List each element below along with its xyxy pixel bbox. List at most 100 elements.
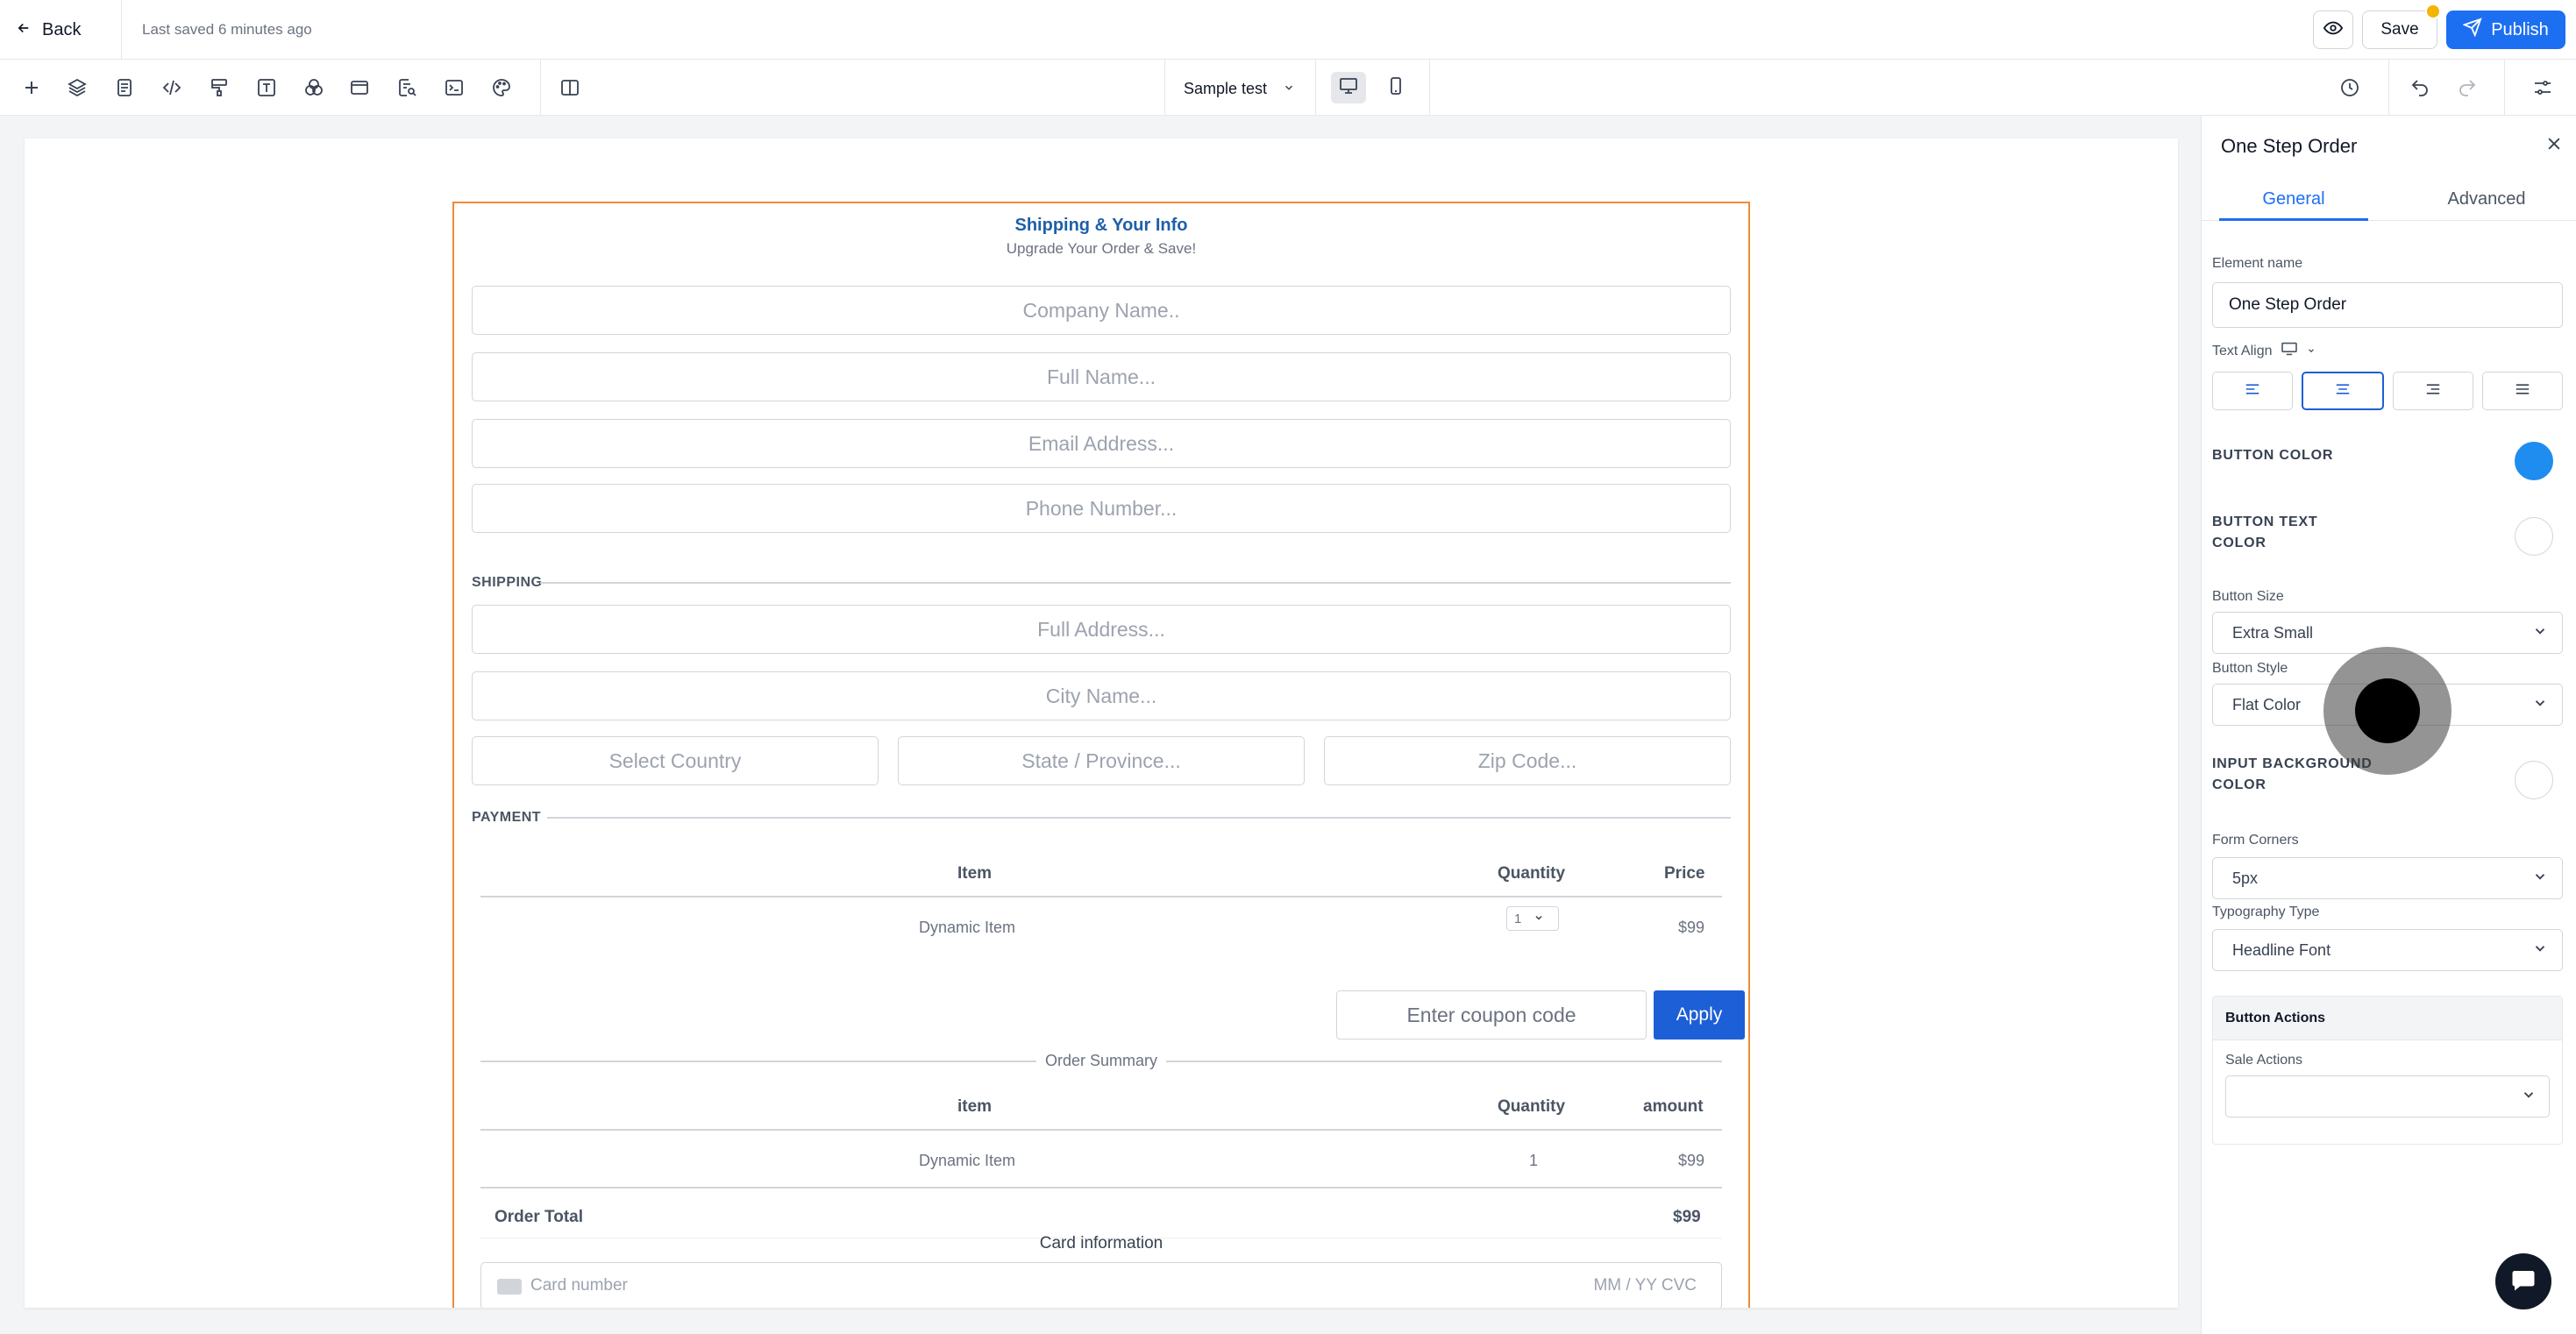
summary-header-amount: amount	[1643, 1097, 1704, 1116]
redo-icon[interactable]	[2451, 72, 2483, 103]
divider	[2504, 60, 2505, 116]
one-step-order-form[interactable]: Shipping & Your Info Upgrade Your Order …	[452, 202, 1750, 1308]
page-select[interactable]: Sample test	[1184, 75, 1295, 102]
back-label: Back	[42, 19, 82, 39]
chat-bubble-icon	[2510, 1267, 2537, 1297]
settings-sliders-icon[interactable]	[2527, 72, 2558, 103]
typography-type-select[interactable]: Headline Font	[2212, 929, 2563, 971]
divider	[1429, 60, 1430, 116]
credit-card-icon	[497, 1279, 522, 1295]
phone-input[interactable]: Phone Number...	[472, 484, 1731, 533]
form-corners-value: 5px	[2232, 869, 2259, 887]
table-header-quantity: Quantity	[1498, 864, 1566, 883]
code-icon[interactable]	[156, 72, 188, 103]
form-title: Shipping & Your Info	[1014, 216, 1188, 235]
email-input[interactable]: Email Address...	[472, 419, 1731, 468]
eye-icon	[2323, 18, 2344, 42]
publish-label: Publish	[2491, 19, 2549, 39]
divider	[547, 817, 1731, 819]
tab-advanced[interactable]: Advanced	[2412, 189, 2561, 209]
terminal-icon[interactable]	[438, 72, 470, 103]
chat-support-button[interactable]	[2495, 1253, 2551, 1309]
divider	[1315, 60, 1316, 116]
split-view-icon[interactable]	[554, 72, 586, 103]
palette-icon[interactable]	[486, 72, 517, 103]
history-icon[interactable]	[2334, 72, 2366, 103]
quantity-select[interactable]: 1	[1506, 906, 1559, 931]
tab-general[interactable]: General	[2219, 189, 2368, 209]
city-input[interactable]: City Name...	[472, 671, 1731, 720]
text-align-label: Text Align	[2212, 343, 2273, 358]
layers-icon[interactable]	[61, 72, 93, 103]
align-left-button[interactable]	[2212, 372, 2293, 410]
country-select[interactable]: Select Country	[472, 736, 879, 785]
desktop-icon[interactable]	[2281, 342, 2298, 360]
form-corners-label: Form Corners	[2212, 833, 2299, 848]
card-number-input[interactable]: Card number MM / YY CVC	[480, 1262, 1722, 1308]
form-corners-select[interactable]: 5px	[2212, 857, 2563, 899]
button-color-swatch[interactable]	[2515, 442, 2553, 480]
top-bar: Back Last saved 6 minutes ago Save Publi…	[0, 0, 2576, 60]
send-icon	[2462, 18, 2482, 42]
button-color-label: BUTTON COLOR	[2212, 448, 2334, 463]
button-text-color-label-line2: COLOR	[2212, 536, 2266, 550]
close-icon[interactable]	[2542, 131, 2566, 156]
element-name-input[interactable]: One Step Order	[2212, 282, 2563, 328]
full-name-input[interactable]: Full Name...	[472, 352, 1731, 401]
card-number-placeholder: Card number	[530, 1276, 628, 1295]
coupon-input[interactable]: Enter coupon code	[1336, 990, 1647, 1040]
align-justify-icon	[2514, 382, 2531, 401]
zip-input[interactable]: Zip Code...	[1324, 736, 1731, 785]
item-name: Dynamic Item	[919, 919, 1016, 936]
apply-coupon-button[interactable]: Apply	[1654, 990, 1745, 1040]
desktop-icon	[1338, 75, 1359, 101]
active-tab-indicator	[2219, 218, 2368, 221]
chevron-down-icon	[2532, 695, 2548, 715]
panel-tabs: General Advanced	[2202, 177, 2576, 221]
publish-button[interactable]: Publish	[2446, 11, 2565, 49]
divider	[2388, 60, 2389, 116]
summary-header-quantity: Quantity	[1498, 1097, 1566, 1116]
chevron-down-icon[interactable]	[2307, 344, 2316, 359]
summary-item-quantity: 1	[1529, 1152, 1539, 1169]
text-icon[interactable]	[251, 72, 282, 103]
layout-icon[interactable]	[344, 72, 375, 103]
button-text-color-swatch[interactable]	[2515, 517, 2553, 556]
sale-actions-select[interactable]	[2225, 1075, 2550, 1118]
card-information-label: Card information	[1039, 1234, 1163, 1252]
undo-icon[interactable]	[2404, 72, 2436, 103]
back-button[interactable]: Back	[16, 14, 81, 46]
preview-button[interactable]	[2313, 11, 2353, 49]
order-total-label: Order Total	[495, 1208, 583, 1226]
page-select-value: Sample test	[1184, 79, 1268, 97]
address-input[interactable]: Full Address...	[472, 605, 1731, 654]
align-justify-button[interactable]	[2482, 372, 2563, 410]
panel-title: One Step Order	[2221, 135, 2358, 157]
divider	[121, 0, 122, 60]
search-page-icon[interactable]	[391, 72, 423, 103]
company-name-input[interactable]: Company Name..	[472, 286, 1731, 335]
colors-icon[interactable]	[298, 72, 330, 103]
state-input[interactable]: State / Province...	[898, 736, 1305, 785]
button-text-color-label-line1: BUTTON TEXT	[2212, 514, 2318, 529]
divider	[1164, 60, 1165, 116]
align-center-button[interactable]	[2302, 372, 2384, 410]
notification-dot	[2425, 4, 2441, 19]
form-subtitle: Upgrade Your Order & Save!	[1006, 240, 1197, 257]
divider	[540, 60, 541, 116]
sale-actions-label: Sale Actions	[2225, 1053, 2303, 1068]
element-name-label: Element name	[2212, 256, 2303, 271]
page-icon[interactable]	[109, 72, 140, 103]
summary-header-item: item	[957, 1097, 993, 1116]
text-align-label-row: Text Align	[2212, 342, 2316, 360]
input-background-color-swatch[interactable]	[2515, 761, 2553, 799]
paint-roller-icon[interactable]	[203, 72, 235, 103]
typography-type-value: Headline Font	[2232, 940, 2331, 959]
add-icon[interactable]	[16, 72, 47, 103]
desktop-view-button[interactable]	[1331, 72, 1366, 103]
button-actions-section: Button Actions Sale Actions	[2212, 996, 2563, 1145]
mobile-view-button[interactable]	[1378, 72, 1413, 103]
editor-toolbar: Sample test	[0, 60, 2576, 116]
button-style-label: Button Style	[2212, 661, 2288, 676]
align-right-button[interactable]	[2393, 372, 2473, 410]
